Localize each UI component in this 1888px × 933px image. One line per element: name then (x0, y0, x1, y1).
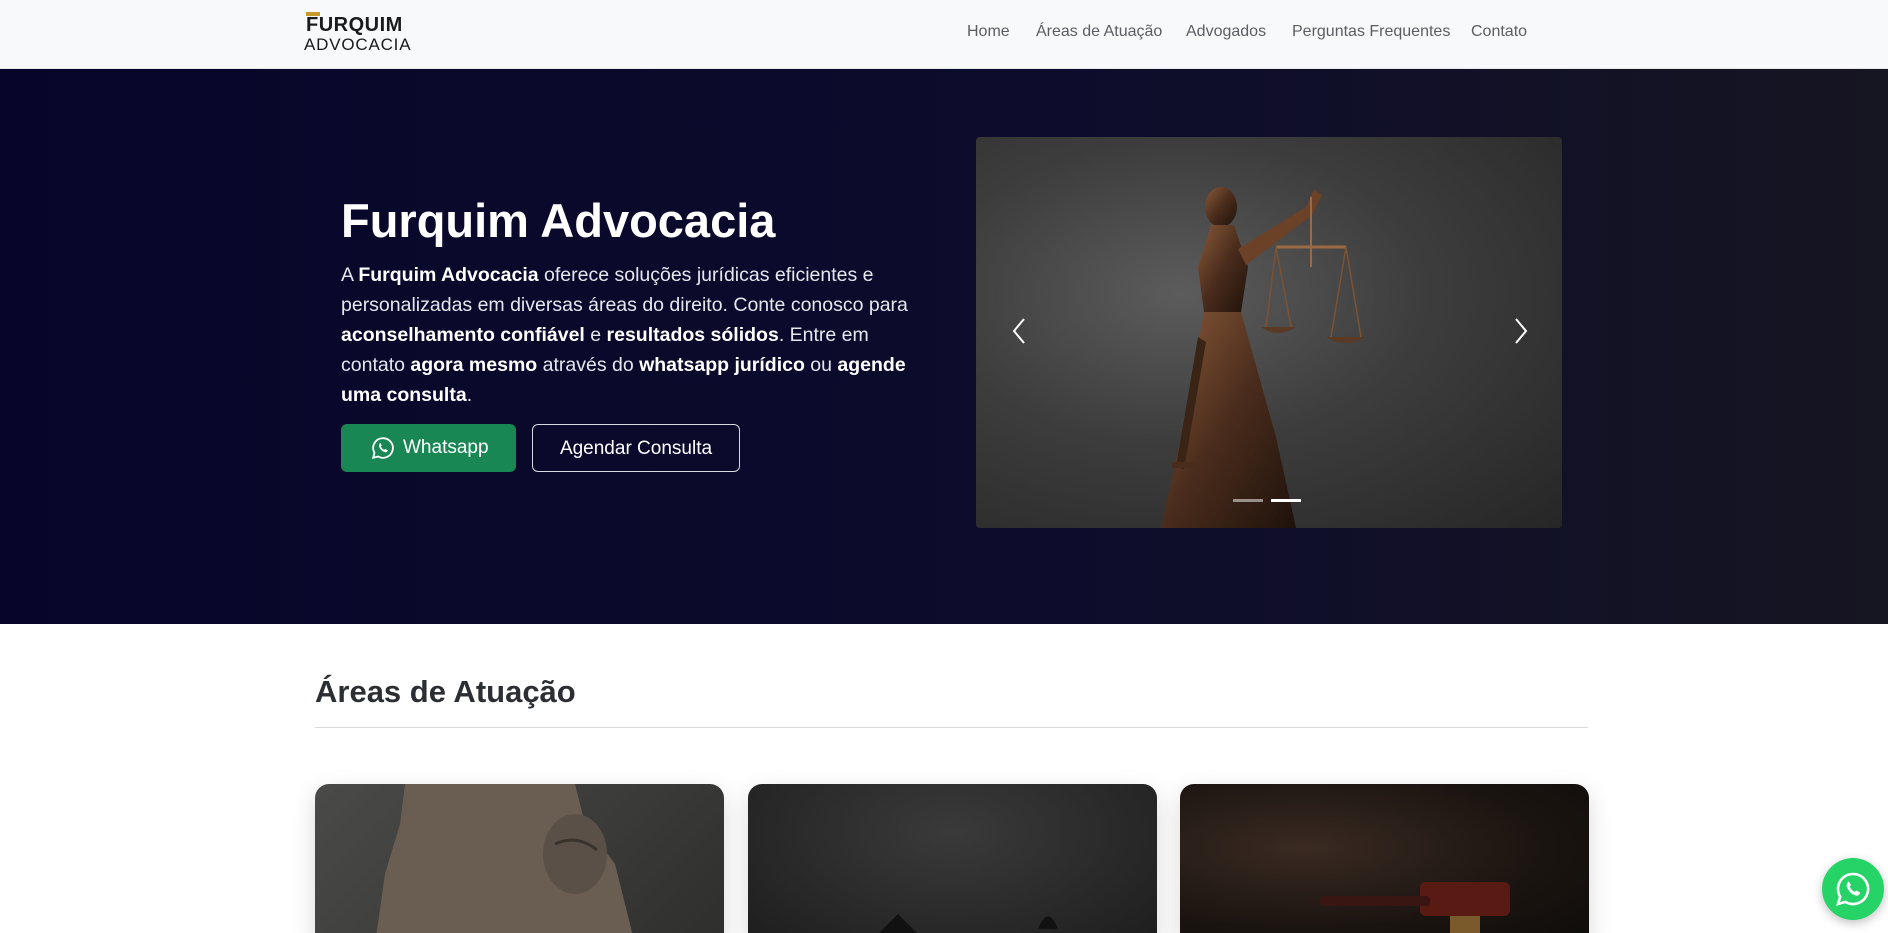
desc-text: ou (804, 354, 838, 376)
desc-bold: Furquim Advocacia (358, 264, 539, 286)
area-card-image (1320, 882, 1510, 933)
chevron-left-icon[interactable] (1004, 311, 1034, 351)
areas-divider (315, 727, 1588, 728)
whatsapp-button-label: Whatsapp (403, 437, 489, 458)
whatsapp-icon (1836, 872, 1870, 906)
desc-text: através do (537, 354, 640, 376)
hero-description: A Furquim Advocacia oferece soluções jur… (341, 260, 921, 410)
whatsapp-icon (371, 437, 394, 460)
desc-bold: resultados sólidos (606, 324, 779, 346)
nav-areas[interactable]: Áreas de Atuação (1036, 22, 1162, 42)
whatsapp-button[interactable]: Whatsapp (341, 424, 516, 472)
hero-title: Furquim Advocacia (341, 194, 776, 247)
schedule-button[interactable]: Agendar Consulta (532, 424, 740, 472)
hero-carousel[interactable] (976, 137, 1562, 528)
carousel-indicator-1[interactable] (1233, 499, 1263, 502)
nav-contato[interactable]: Contato (1471, 22, 1527, 42)
area-card-image (376, 784, 633, 933)
brand-line2: ADVOCACIA (304, 35, 412, 54)
hero-section: Furquim Advocacia A Furquim Advocacia of… (0, 69, 1888, 624)
brand-logo[interactable]: FURQUIM ADVOCACIA (304, 12, 414, 56)
desc-text: . (466, 384, 473, 406)
justice-statue-image (1161, 187, 1366, 528)
desc-text: A (341, 264, 359, 286)
brand-line1: FURQUIM (306, 14, 403, 36)
chevron-right-icon[interactable] (1506, 311, 1536, 351)
areas-title: Áreas de Atuação (315, 674, 576, 709)
area-card-image (879, 914, 1058, 933)
schedule-button-label: Agendar Consulta (559, 438, 713, 459)
desc-bold: agora mesmo (410, 354, 538, 376)
floating-whatsapp-button[interactable] (1822, 858, 1884, 920)
desc-text: e (584, 324, 607, 346)
desc-bold: whatsapp jurídico (639, 354, 805, 376)
nav-faq[interactable]: Perguntas Frequentes (1292, 22, 1450, 42)
area-card[interactable] (1180, 784, 1589, 933)
carousel-indicator-2[interactable] (1271, 499, 1301, 502)
nav-advogados[interactable]: Advogados (1186, 22, 1266, 42)
area-card[interactable] (748, 784, 1157, 933)
area-card[interactable] (315, 784, 724, 933)
nav-home[interactable]: Home (967, 22, 1010, 42)
desc-bold: aconselhamento confiável (341, 324, 585, 346)
navbar: FURQUIM ADVOCACIA Home Áreas de Atuação … (0, 0, 1888, 69)
